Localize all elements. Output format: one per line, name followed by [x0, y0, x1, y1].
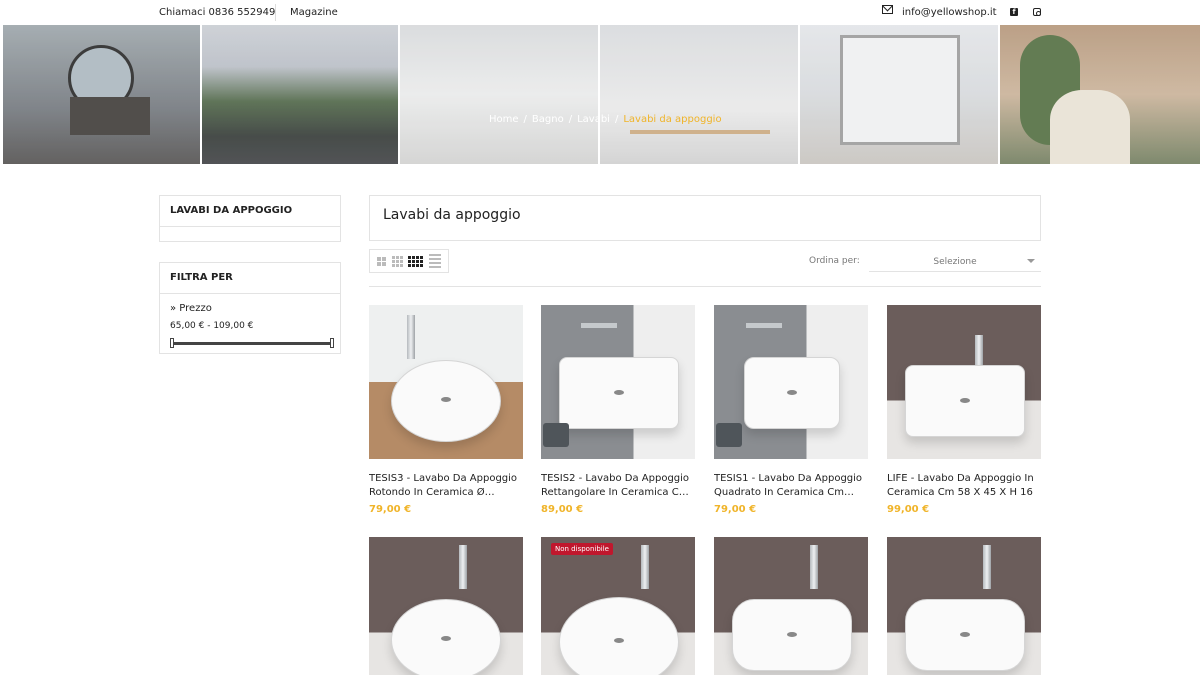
towel-graphic [543, 423, 569, 447]
email-link[interactable]: info@yellowshop.it [902, 7, 997, 18]
unavailable-badge: Non disponibile [551, 543, 613, 555]
chevron-down-icon [1027, 259, 1035, 263]
product-name[interactable]: TESIS3 - Lavabo Da Appoggio Rotondo In C… [369, 472, 523, 500]
product-card[interactable]: TESIS2 - Lavabo Da Appoggio Rettangolare… [541, 305, 695, 515]
price-slider-min-handle[interactable] [170, 338, 174, 348]
category-title: LAVABI DA APPOGGIO [160, 196, 340, 227]
grid-4-view-icon[interactable] [408, 255, 424, 267]
faucet-graphic [407, 315, 415, 359]
basin-graphic [744, 357, 840, 429]
faucet-graphic [581, 323, 617, 328]
phone-link[interactable]: Chiamaci 0836 552949 [159, 7, 275, 18]
product-image[interactable] [887, 305, 1041, 459]
product-card[interactable]: Non disponibile [541, 537, 695, 675]
product-name[interactable]: LIFE - Lavabo Da Appoggio In Ceramica Cm… [887, 472, 1041, 500]
towel-graphic [716, 423, 742, 447]
filter-title: FILTRA PER [160, 263, 340, 294]
grid-3-view-icon[interactable] [391, 255, 403, 267]
basin-graphic [905, 365, 1025, 437]
product-card[interactable] [887, 537, 1041, 675]
faucet-graphic [459, 545, 467, 589]
product-image[interactable] [369, 537, 523, 675]
magazine-link[interactable]: Magazine [290, 7, 338, 18]
basin-graphic [391, 360, 501, 442]
faucet-graphic [810, 545, 818, 589]
product-image[interactable] [714, 537, 868, 675]
product-card[interactable]: TESIS1 - Lavabo Da Appoggio Quadrato In … [714, 305, 868, 515]
faucet-graphic [983, 545, 991, 589]
mail-icon [882, 5, 893, 14]
list-view-icon[interactable] [429, 254, 442, 268]
basin-graphic [559, 597, 679, 675]
basin-graphic [391, 599, 501, 675]
price-range-text: 65,00 € - 109,00 € [170, 321, 254, 331]
breadcrumb-separator: / [568, 114, 573, 125]
breadcrumb-current: Lavabi da appoggio [623, 114, 722, 125]
topbar-divider [275, 4, 276, 21]
breadcrumb-home[interactable]: Home [489, 114, 519, 125]
faucet-graphic [641, 545, 649, 589]
breadcrumb: Home / Bagno / Lavabi / Lavabi da appogg… [489, 114, 722, 125]
product-card[interactable]: TESIS3 - Lavabo Da Appoggio Rotondo In C… [369, 305, 523, 515]
product-image[interactable] [714, 305, 868, 459]
view-switcher [369, 249, 449, 273]
category-box: LAVABI DA APPOGGIO [159, 195, 341, 242]
basin-graphic [732, 599, 852, 671]
instagram-icon[interactable] [1033, 8, 1041, 16]
basin-graphic [905, 599, 1025, 671]
product-image[interactable] [887, 537, 1041, 675]
product-image[interactable] [369, 305, 523, 459]
product-image[interactable]: Non disponibile [541, 537, 695, 675]
product-price: 79,00 € [714, 504, 757, 515]
toolbar-divider [369, 286, 1041, 287]
product-card[interactable] [369, 537, 523, 675]
breadcrumb-lavabi[interactable]: Lavabi [577, 114, 610, 125]
filter-box: FILTRA PER » Prezzo 65,00 € - 109,00 € [159, 262, 341, 354]
hero-banner: Home / Bagno / Lavabi / Lavabi da appogg… [0, 25, 1200, 164]
product-name[interactable]: TESIS1 - Lavabo Da Appoggio Quadrato In … [714, 472, 868, 500]
grid-2-view-icon[interactable] [376, 256, 386, 266]
page-title: Lavabi da appoggio [383, 207, 521, 223]
product-image[interactable] [541, 305, 695, 459]
product-name[interactable]: TESIS2 - Lavabo Da Appoggio Rettangolare… [541, 472, 695, 500]
banner-overlay [0, 25, 1200, 164]
product-card[interactable]: LIFE - Lavabo Da Appoggio In Ceramica Cm… [887, 305, 1041, 515]
price-slider-max-handle[interactable] [330, 338, 334, 348]
product-price: 79,00 € [369, 504, 412, 515]
top-bar: Chiamaci 0836 552949 Magazine info@yello… [0, 0, 1200, 25]
facebook-icon[interactable]: f [1010, 8, 1018, 16]
product-price: 89,00 € [541, 504, 584, 515]
sort-select[interactable]: Selezione [869, 251, 1041, 272]
breadcrumb-separator: / [614, 114, 619, 125]
category-header: Lavabi da appoggio [369, 195, 1041, 241]
price-filter-toggle[interactable]: » Prezzo [170, 303, 212, 314]
sort-select-value: Selezione [933, 257, 977, 267]
breadcrumb-bagno[interactable]: Bagno [532, 114, 564, 125]
breadcrumb-separator: / [523, 114, 527, 125]
sort-label: Ordina per: [809, 256, 860, 266]
product-card[interactable] [714, 537, 868, 675]
product-price: 99,00 € [887, 504, 930, 515]
basin-graphic [559, 357, 679, 429]
price-slider[interactable] [170, 338, 334, 348]
faucet-graphic [746, 323, 782, 328]
